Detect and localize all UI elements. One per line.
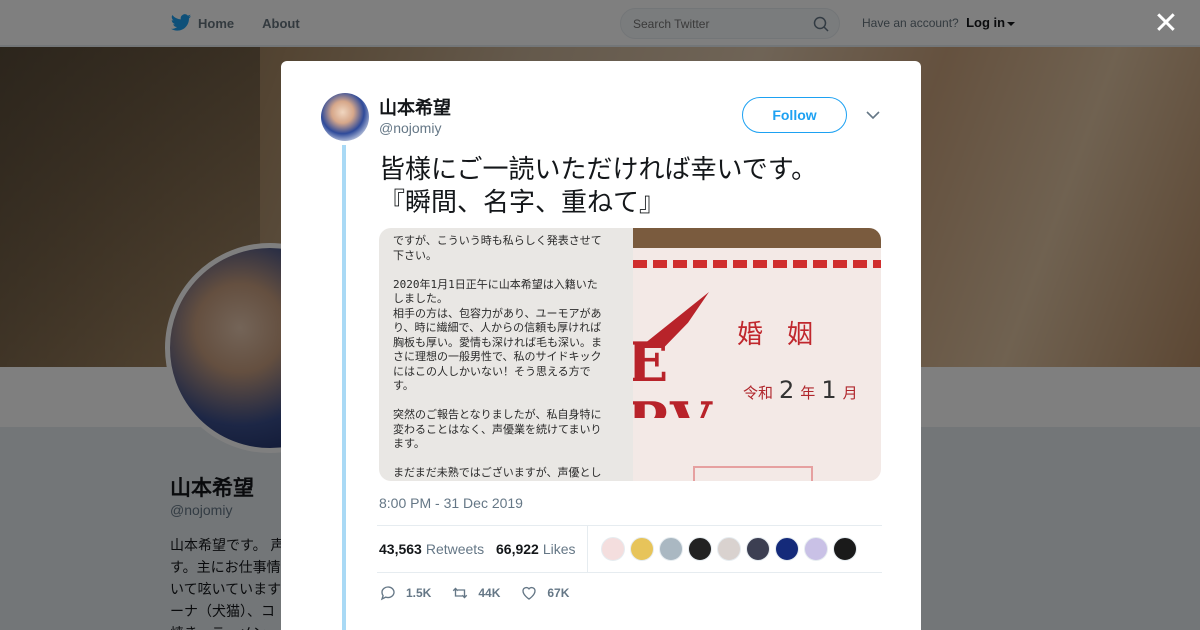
liker-avatar[interactable] (746, 537, 770, 561)
tweet-text-line: 『瞬間、名字、重ねて』 (379, 187, 666, 217)
thread-line (342, 145, 346, 630)
media-image-announcement[interactable]: ですが、こういう時も私らしく発表させて 下さい。 2020年1月1日正午に山本希望… (379, 228, 633, 481)
author-handle[interactable]: @nojomiy (379, 120, 441, 136)
form-title: 婚姻 (737, 320, 838, 350)
follow-button[interactable]: Follow (742, 97, 847, 133)
tweet-stats: 43,563 Retweets 66,922 Likes (377, 525, 882, 573)
media-text-line: 突然のご報告となりましたが、私自身特に (393, 408, 602, 421)
liker-avatar[interactable] (804, 537, 828, 561)
media-text-line: ます。 (393, 437, 425, 450)
media-text-line: て、人間としてこれからも成長していきた (393, 481, 625, 482)
reply-button[interactable]: 1.5K (379, 584, 431, 602)
media-text-line: す。 (393, 379, 414, 392)
author-name[interactable]: 山本希望 (379, 94, 451, 120)
tweet-media[interactable]: ですが、こういう時も私らしく発表させて 下さい。 2020年1月1日正午に山本希望… (379, 228, 881, 481)
liker-avatar[interactable] (659, 537, 683, 561)
media-text-line: にはこの人しかいない！そう思える方で (393, 364, 591, 378)
likes-stat[interactable]: 66,922 Likes (496, 541, 576, 557)
tweet-timestamp[interactable]: 8:00 PM - 31 Dec 2019 (379, 495, 523, 511)
media-text-line: 胸板も厚い。愛情も深ければ毛も深い。ま (393, 335, 602, 349)
media-text-line: 相手の方は、包容力があり、ユーモアがあ (393, 306, 602, 320)
media-text-line: まだまだ未熟ではございますが、声優とし (393, 466, 602, 479)
media-text-line: しました。 (393, 292, 448, 305)
media-image-marriage-form[interactable]: E RV 婚姻 令和2年1月 (633, 228, 881, 481)
reply-icon (380, 586, 395, 601)
liker-avatar[interactable] (717, 537, 741, 561)
tweet-actions: 1.5K 44K 67K (379, 581, 589, 605)
media-text-line (393, 263, 625, 278)
media-text-line: さに理想の一般男性で、私のサイドキック (393, 350, 602, 363)
media-text-line: 2020年1月1日正午に山本希望は入籍いた (393, 277, 598, 291)
retweet-button[interactable]: 44K (451, 584, 500, 602)
retweets-stat[interactable]: 43,563 Retweets (379, 541, 484, 557)
chevron-down-icon[interactable] (865, 107, 881, 123)
tweet-text: 皆様にご一読いただければ幸いです。 『瞬間、名字、重ねて』 (379, 153, 879, 219)
liker-avatar[interactable] (775, 537, 799, 561)
heart-icon (522, 586, 537, 600)
liker-avatar[interactable] (833, 537, 857, 561)
author-avatar[interactable] (321, 93, 369, 141)
tweet-text-line: 皆様にご一読いただければ幸いです。 (379, 154, 818, 184)
form-date: 令和 2 年 1 月 (743, 376, 858, 404)
close-icon[interactable]: ✕ (1152, 9, 1180, 39)
liker-avatars (601, 537, 857, 561)
media-text-line (393, 452, 625, 467)
liker-avatar[interactable] (688, 537, 712, 561)
retweet-icon (453, 587, 468, 599)
liker-avatar[interactable] (630, 537, 654, 561)
media-text-line: り、時に繊細で、人からの信頼も厚ければ (393, 321, 602, 334)
media-text-line: 変わることはなく、声優業を続けてまいり (393, 422, 602, 436)
media-text-line: 下さい。 (393, 248, 437, 262)
nerv-logo: E RV (633, 288, 743, 418)
media-text-line (393, 394, 625, 409)
liker-avatar[interactable] (601, 537, 625, 561)
tweet-modal: 山本希望 @nojomiy Follow 皆様にご一読いただければ幸いです。 『… (281, 61, 921, 630)
like-button[interactable]: 67K (520, 584, 569, 602)
media-text-line: ですが、こういう時も私らしく発表させて (393, 234, 602, 247)
